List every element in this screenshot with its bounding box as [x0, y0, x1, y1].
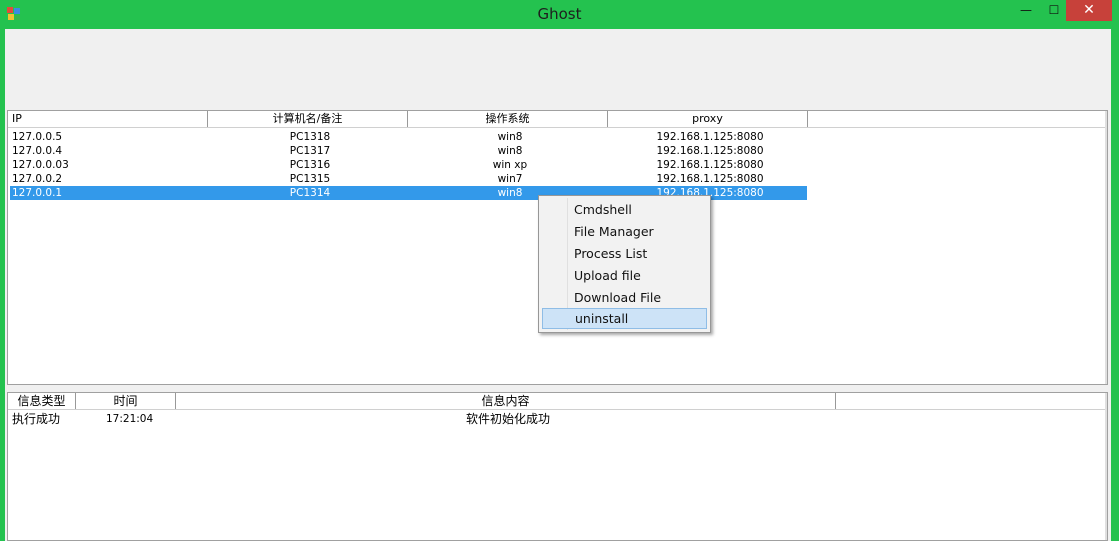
- log-type: 执行成功: [12, 412, 61, 426]
- host-name: PC1317: [289, 145, 331, 157]
- column-header-info-content[interactable]: 信息内容: [176, 393, 836, 409]
- menu-item-file-manager[interactable]: File Manager: [542, 221, 707, 242]
- host-proxy: 192.168.1.125:8080: [656, 173, 764, 185]
- menu-item-process-list[interactable]: Process List: [542, 243, 707, 264]
- host-row[interactable]: 127.0.0.2 PC1315 win7 192.168.1.125:8080: [10, 172, 807, 186]
- title-bar[interactable]: Ghost — ☐ ✕: [0, 0, 1119, 29]
- host-proxy: 192.168.1.125:8080: [656, 159, 764, 171]
- host-name: PC1315: [289, 173, 331, 185]
- host-ip: 127.0.0.2: [12, 173, 63, 185]
- column-header-info-type[interactable]: 信息类型: [8, 393, 76, 409]
- log-list-header: 信息类型 时间 信息内容: [8, 393, 1107, 410]
- host-os: win7: [497, 173, 523, 185]
- host-row[interactable]: 127.0.0.5 PC1318 win8 192.168.1.125:8080: [10, 130, 807, 144]
- host-os: win8: [497, 145, 523, 157]
- host-name: PC1316: [289, 159, 331, 171]
- column-header-os[interactable]: 操作系统: [408, 111, 608, 127]
- menu-item-upload-file[interactable]: Upload file: [542, 265, 707, 286]
- log-time: 17:21:04: [106, 413, 154, 425]
- menu-item-uninstall[interactable]: uninstall: [542, 308, 707, 329]
- host-list-scrollbar[interactable]: [1105, 111, 1107, 384]
- host-ip: 127.0.0.03: [12, 159, 69, 171]
- host-proxy: 192.168.1.125:8080: [656, 131, 764, 143]
- host-row[interactable]: 127.0.0.03 PC1316 win xp 192.168.1.125:8…: [10, 158, 807, 172]
- log-list-scrollbar[interactable]: [1105, 393, 1107, 540]
- host-name: PC1314: [289, 187, 331, 199]
- host-os: win8: [497, 131, 523, 143]
- log-content: 软件初始化成功: [465, 412, 550, 426]
- log-list[interactable]: 信息类型 时间 信息内容 执行成功 17:21:04 软件初始化成功: [7, 392, 1108, 541]
- log-row[interactable]: 执行成功 17:21:04 软件初始化成功: [10, 411, 1010, 427]
- maximize-button[interactable]: ☐: [1040, 0, 1068, 21]
- column-header-computer-name[interactable]: 计算机名/备注: [208, 111, 408, 127]
- column-header-ip[interactable]: IP: [8, 111, 208, 127]
- window-title: Ghost: [537, 5, 582, 23]
- menu-item-download-file[interactable]: Download File: [542, 287, 707, 308]
- column-header-proxy[interactable]: proxy: [608, 111, 808, 127]
- host-name: PC1318: [289, 131, 331, 143]
- host-list-header: IP 计算机名/备注 操作系统 proxy: [8, 111, 1107, 128]
- host-row[interactable]: 127.0.0.4 PC1317 win8 192.168.1.125:8080: [10, 144, 807, 158]
- close-button[interactable]: ✕: [1066, 0, 1112, 21]
- host-ip: 127.0.0.5: [12, 131, 63, 143]
- menu-item-cmdshell[interactable]: Cmdshell: [542, 199, 707, 220]
- host-proxy: 192.168.1.125:8080: [656, 145, 764, 157]
- host-ip: 127.0.0.1: [12, 187, 63, 199]
- column-header-time[interactable]: 时间: [76, 393, 176, 409]
- host-ip: 127.0.0.4: [12, 145, 63, 157]
- context-menu: Cmdshell File Manager Process List Uploa…: [538, 195, 711, 333]
- minimize-button[interactable]: —: [1012, 0, 1040, 21]
- host-os: win xp: [492, 159, 528, 171]
